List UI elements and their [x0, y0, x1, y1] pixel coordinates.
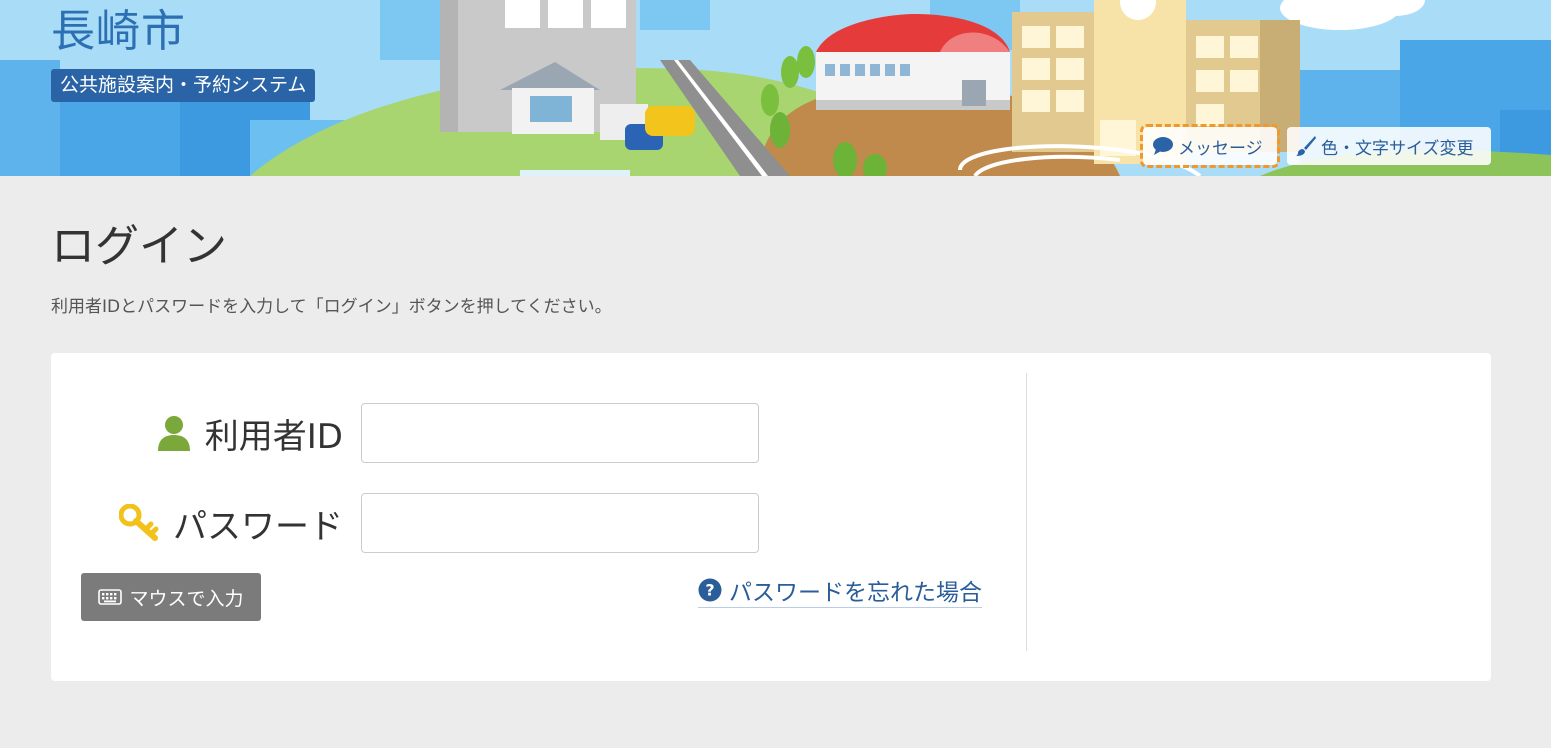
- forgot-password-link[interactable]: ? パスワードを忘れた場合: [698, 573, 982, 608]
- user-id-input[interactable]: [361, 403, 759, 463]
- user-id-label: 利用者ID: [157, 403, 343, 463]
- display-settings-button[interactable]: 色・文字サイズ変更: [1287, 127, 1491, 165]
- message-button-label: メッセージ: [1178, 138, 1263, 159]
- mouse-input-button[interactable]: マウスで入力: [81, 573, 261, 621]
- user-id-label-text: 利用者ID: [204, 416, 343, 457]
- person-icon: [157, 415, 191, 451]
- page-title: ログイン: [51, 221, 227, 272]
- paintbrush-icon: [1294, 134, 1318, 158]
- password-input[interactable]: [361, 493, 759, 553]
- city-name: 長崎市: [51, 6, 186, 57]
- login-instructions: 利用者IDとパスワードを入力して「ログイン」ボタンを押してください。: [51, 297, 612, 317]
- question-circle-icon: ?: [698, 578, 722, 602]
- message-button[interactable]: メッセージ: [1140, 124, 1280, 168]
- system-name-badge: 公共施設案内・予約システム: [51, 69, 316, 102]
- mouse-input-label: マウスで入力: [129, 587, 244, 610]
- svg-text:?: ?: [705, 581, 714, 600]
- key-icon: [119, 504, 159, 542]
- login-panel: 利用者ID パスワード マウスで入力 ? パスワードを忘れた場合: [51, 353, 1491, 681]
- password-label-text: パスワード: [173, 506, 343, 547]
- speech-bubble-icon: [1151, 134, 1175, 158]
- panel-divider: [1026, 373, 1027, 651]
- forgot-password-label: パスワードを忘れた場合: [729, 580, 982, 606]
- password-label: パスワード: [119, 493, 343, 553]
- display-settings-label: 色・文字サイズ変更: [1321, 138, 1474, 159]
- header-banner: 長崎市 公共施設案内・予約システム メッセージ 色・文字サイズ変更: [0, 0, 1551, 176]
- keyboard-icon: [98, 589, 123, 605]
